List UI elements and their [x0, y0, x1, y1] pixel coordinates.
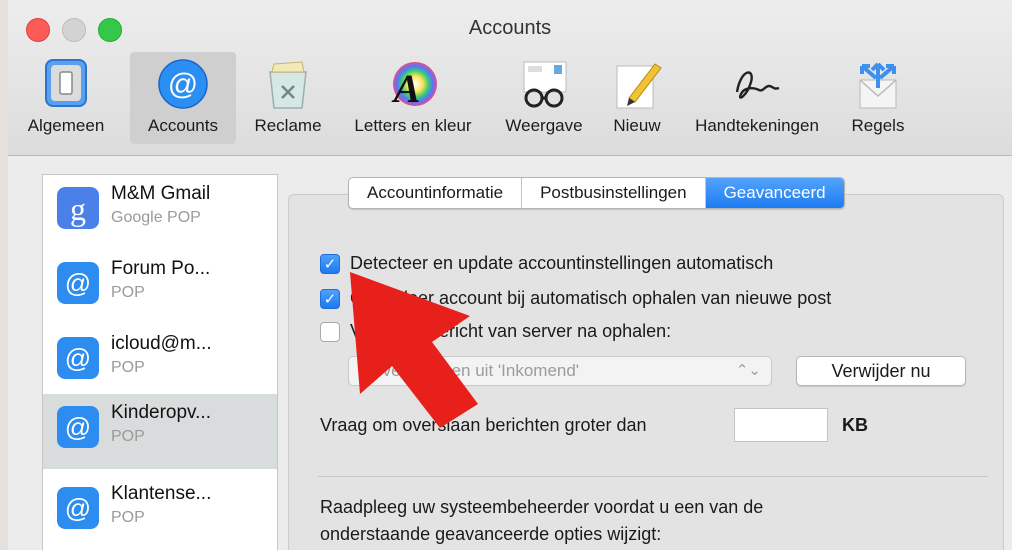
tab-geavanceerd[interactable]: Geavanceerd	[705, 178, 844, 208]
svg-text:@: @	[168, 68, 198, 101]
auto-detect-checkbox[interactable]: ✓	[320, 254, 340, 274]
delete-now-button[interactable]: Verwijder nu	[796, 356, 966, 386]
compose-icon	[616, 63, 662, 109]
tab-label: Weergave	[505, 116, 583, 135]
check-account-checkbox[interactable]: ✓	[320, 289, 340, 309]
delete-after-fetch-label: Verwijder bericht van server na ophalen:	[350, 321, 672, 341]
window-title: Accounts	[468, 17, 552, 39]
tab-label: Letters en kleur	[354, 116, 472, 135]
at-sign-icon: @	[57, 262, 99, 304]
tab-label: Handtekeningen	[695, 116, 819, 135]
tab-regels[interactable]: Regels	[842, 52, 914, 144]
signature-icon	[735, 71, 780, 99]
delete-after-fetch-checkbox[interactable]	[320, 322, 340, 342]
account-name: Kinderopv...	[111, 402, 211, 423]
account-type: POP	[111, 428, 145, 445]
at-sign-icon: @	[57, 487, 99, 529]
size-limit-input[interactable]	[734, 408, 828, 442]
trash-icon	[269, 61, 307, 109]
account-type: POP	[111, 359, 145, 376]
glasses-icon	[523, 61, 567, 108]
delete-when-select[interactable]: Bij verplaatsen uit 'Inkomend' ⌃⌄	[348, 356, 772, 386]
check-account-label: Controleer account bij automatisch ophal…	[350, 288, 832, 308]
size-unit-label: KB	[842, 415, 868, 435]
preferences-toolbar: Accounts Algemeen @ Accounts Reclame A L…	[8, 0, 1012, 156]
account-name: Klantense...	[111, 483, 212, 504]
account-row-icloud[interactable]: @ icloud@m... POP	[43, 325, 277, 400]
account-type: POP	[111, 284, 145, 301]
svg-text:g: g	[70, 191, 86, 227]
svg-text:@: @	[65, 493, 91, 523]
size-prompt-label: Vraag om overslaan berichten groter dan	[320, 415, 647, 435]
svg-text:@: @	[65, 343, 91, 373]
svg-text:A: A	[391, 66, 421, 110]
tab-label: Reclame	[254, 116, 322, 135]
advice-text-line1: Raadpleeg uw systeembeheerder voordat u …	[320, 497, 764, 517]
account-name: Forum Po...	[111, 258, 211, 279]
tab-reclame[interactable]: Reclame	[240, 52, 336, 144]
tab-label: Nieuw	[613, 116, 661, 135]
tab-accounts[interactable]: @ Accounts	[130, 52, 236, 144]
tab-label: Accounts	[148, 116, 218, 135]
delete-when-value: Bij verplaatsen uit 'Inkomend'	[359, 361, 580, 380]
auto-detect-label: Detecteer en update accountinstellingen …	[350, 253, 774, 273]
accounts-window: Accounts Algemeen @ Accounts Reclame A L…	[8, 0, 1012, 550]
accounts-list: g M&M Gmail Google POP @ Forum Po... POP…	[42, 174, 278, 550]
tab-nieuw[interactable]: Nieuw	[600, 52, 674, 144]
tab-handtekeningen[interactable]: Handtekeningen	[678, 52, 836, 144]
settings-tabs: Accountinformatie Postbusinstellingen Ge…	[348, 177, 845, 209]
account-row-forum[interactable]: @ Forum Po... POP	[43, 250, 277, 325]
account-name: M&M Gmail	[111, 183, 211, 204]
svg-text:@: @	[65, 412, 91, 442]
account-name: icloud@m...	[111, 333, 212, 354]
at-sign-icon: @	[57, 406, 99, 448]
divider	[318, 476, 988, 477]
advice-text-line2: onderstaande geavanceerde opties wijzigt…	[320, 524, 662, 544]
at-sign-icon: @	[158, 59, 208, 109]
account-row-klantenservice[interactable]: @ Klantense... POP	[43, 475, 277, 550]
at-sign-icon: @	[57, 337, 99, 379]
tab-postbusinstellingen[interactable]: Postbusinstellingen	[522, 178, 706, 208]
rules-icon	[859, 62, 897, 109]
updown-chevron-icon: ⌃⌄	[735, 362, 761, 379]
account-row-gmail[interactable]: g M&M Gmail Google POP	[43, 175, 277, 250]
font-color-icon: A	[391, 62, 437, 110]
account-type: Google POP	[111, 209, 201, 226]
tab-algemeen[interactable]: Algemeen	[8, 52, 124, 144]
account-type: POP	[111, 509, 145, 526]
svg-text:@: @	[65, 268, 91, 298]
tab-label: Algemeen	[27, 116, 105, 135]
tab-weergave[interactable]: Weergave	[492, 52, 596, 144]
google-icon: g	[57, 187, 99, 229]
switch-icon	[45, 59, 87, 107]
tab-label: Regels	[851, 116, 905, 135]
account-row-kinderopvang[interactable]: @ Kinderopv... POP	[43, 394, 277, 469]
desktop-edge	[0, 0, 8, 550]
tab-accountinformatie[interactable]: Accountinformatie	[349, 178, 523, 208]
tab-letters-en-kleur[interactable]: A Letters en kleur	[342, 52, 484, 144]
